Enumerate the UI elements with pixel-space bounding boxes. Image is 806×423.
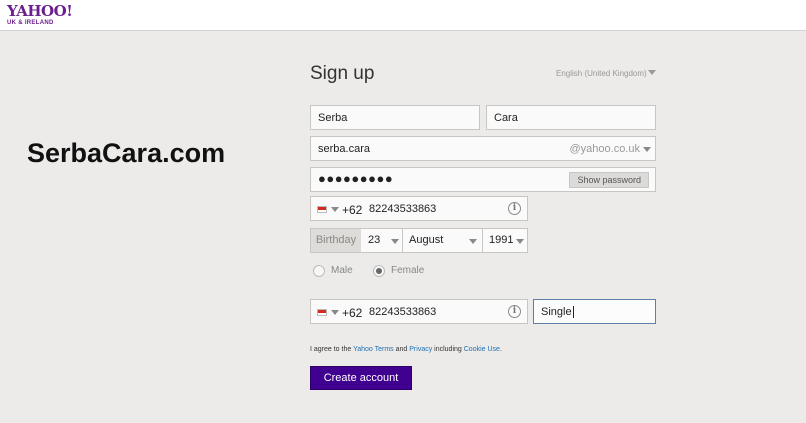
username-value: serba.cara: [318, 143, 370, 155]
country-code: +62: [342, 203, 363, 217]
mobile-number-input[interactable]: +62 82243533863 i: [310, 196, 528, 221]
text-cursor: [572, 306, 574, 319]
password-value: ●●●●●●●●●: [318, 171, 394, 186]
first-name-value: Serba: [318, 112, 348, 124]
language-selector[interactable]: English (United Kingdom): [556, 69, 647, 78]
info-icon[interactable]: i: [508, 202, 521, 215]
country-code: +62: [342, 306, 363, 320]
relationship-value: Single: [541, 306, 572, 318]
male-radio[interactable]: [313, 265, 325, 277]
chevron-down-icon[interactable]: [331, 310, 339, 315]
chevron-down-icon[interactable]: [469, 239, 477, 244]
female-label: Female: [391, 265, 425, 276]
privacy-link[interactable]: Privacy: [409, 346, 432, 353]
indonesia-flag-icon[interactable]: [317, 206, 327, 213]
yahoo-terms-link[interactable]: Yahoo Terms: [353, 346, 394, 353]
relationship-input[interactable]: Single: [533, 299, 656, 324]
create-account-button[interactable]: Create account: [310, 366, 412, 390]
logo-main-text: YAHOO!: [7, 2, 73, 20]
show-password-button[interactable]: Show password: [569, 172, 649, 188]
agree-and: and: [393, 346, 410, 353]
agree-including: including: [432, 346, 464, 353]
domain-selector[interactable]: @yahoo.co.uk: [570, 143, 641, 155]
male-label: Male: [331, 265, 353, 276]
agree-suffix: .: [499, 346, 502, 353]
birthday-day-value: 23: [368, 234, 381, 246]
page-title: Sign up: [310, 63, 375, 84]
first-name-input[interactable]: Serba: [310, 105, 480, 130]
last-name-value: Cara: [494, 112, 518, 124]
birthday-label: Birthday: [311, 229, 361, 252]
top-bar: YAHOO! UK & IRELAND: [0, 0, 806, 31]
birthday-group: Birthday 23 August 1991: [310, 228, 528, 253]
terms-agreement: I agree to the Yahoo Terms and Privacy i…: [310, 346, 502, 353]
recovery-number-value: 82243533863: [369, 306, 437, 318]
info-icon[interactable]: i: [508, 305, 521, 318]
chevron-down-icon[interactable]: [391, 239, 399, 244]
chevron-down-icon[interactable]: [516, 239, 524, 244]
female-radio[interactable]: [373, 265, 385, 277]
username-input[interactable]: serba.cara @yahoo.co.uk: [310, 136, 656, 161]
yahoo-logo[interactable]: YAHOO! UK & IRELAND: [7, 2, 73, 27]
chevron-down-icon[interactable]: [643, 147, 651, 152]
birthday-month-value: August: [409, 234, 444, 246]
logo-sub-text: UK & IRELAND: [7, 20, 54, 26]
agree-prefix: I agree to the: [310, 346, 354, 353]
chevron-down-icon[interactable]: [648, 70, 656, 75]
birthday-year-value: 1991: [489, 234, 514, 246]
recovery-number-input[interactable]: +62 82243533863 i: [310, 299, 528, 324]
mobile-number-value: 82243533863: [369, 203, 437, 215]
indonesia-flag-icon[interactable]: [317, 309, 327, 316]
last-name-input[interactable]: Cara: [486, 105, 656, 130]
password-input[interactable]: ●●●●●●●●● Show password: [310, 167, 656, 192]
chevron-down-icon[interactable]: [331, 207, 339, 212]
watermark-text: SerbaCara.com: [27, 138, 226, 168]
cookie-use-link[interactable]: Cookie Use: [464, 346, 500, 353]
